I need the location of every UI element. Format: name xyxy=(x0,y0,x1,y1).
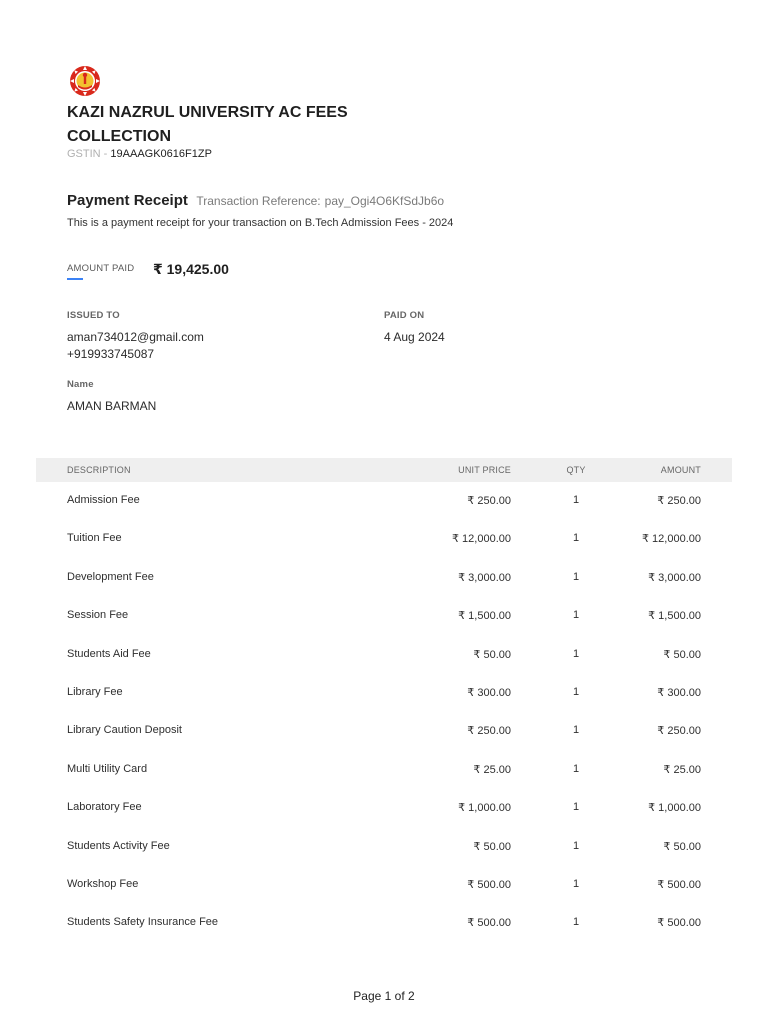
row-description: Session Fee xyxy=(67,609,129,622)
table-row: Session Fee ₹ 1,500.00 1 ₹ 1,500.00 xyxy=(36,597,732,635)
row-unit-price: ₹ 250.00 xyxy=(467,725,511,738)
gstin-label: GSTIN - xyxy=(67,148,108,160)
table-row: Multi Utility Card ₹ 25.00 1 ₹ 25.00 xyxy=(36,751,732,789)
row-description: Tuition Fee xyxy=(67,532,122,545)
row-qty: 1 xyxy=(572,685,580,698)
row-unit-price: ₹ 50.00 xyxy=(473,648,511,661)
row-amount: ₹ 1,500.00 xyxy=(648,610,701,623)
row-unit-price: ₹ 3,000.00 xyxy=(458,571,511,584)
table-header: DESCRIPTION UNIT PRICE QTY AMOUNT xyxy=(36,458,732,482)
receipt-title: Payment Receipt xyxy=(67,192,188,209)
row-description: Library Fee xyxy=(67,685,123,698)
issued-to-block: ISSUED TO aman734012@gmail.com +91993374… xyxy=(67,310,204,363)
row-unit-price: ₹ 1,500.00 xyxy=(458,610,511,623)
table-row: Tuition Fee ₹ 12,000.00 1 ₹ 12,000.00 xyxy=(36,520,732,558)
row-unit-price: ₹ 1,000.00 xyxy=(458,802,511,815)
row-amount: ₹ 25.00 xyxy=(663,763,701,776)
row-amount: ₹ 50.00 xyxy=(663,840,701,853)
row-amount: ₹ 250.00 xyxy=(657,725,701,738)
header-description: DESCRIPTION xyxy=(67,465,131,475)
row-unit-price: ₹ 500.00 xyxy=(467,878,511,891)
transaction-reference-value: pay_Ogi4O6KfSdJb6o xyxy=(324,194,445,208)
row-qty: 1 xyxy=(572,801,580,814)
receipt-header: Payment Receipt Transaction Reference: pa… xyxy=(67,192,444,210)
table-row: Development Fee ₹ 3,000.00 1 ₹ 3,000.00 xyxy=(36,559,732,597)
amount-paid-underline xyxy=(67,278,83,280)
name-value: AMAN BARMAN xyxy=(67,399,157,413)
page-number: Page 1 of 2 xyxy=(353,989,415,1003)
row-description: Multi Utility Card xyxy=(67,762,148,775)
row-amount: ₹ 250.00 xyxy=(657,495,701,507)
row-unit-price: ₹ 500.00 xyxy=(467,917,511,930)
row-qty: 1 xyxy=(572,570,580,583)
row-amount: ₹ 300.00 xyxy=(657,686,701,699)
row-description: Laboratory Fee xyxy=(67,801,142,814)
row-qty: 1 xyxy=(572,916,580,929)
gstin: GSTIN - 19AAAGK0616F1ZP xyxy=(67,148,212,160)
row-description: Library Caution Deposit xyxy=(67,724,182,737)
row-qty: 1 xyxy=(572,609,580,622)
transaction-reference: Transaction Reference: pay_Ogi4O6KfSdJb6o xyxy=(196,194,444,208)
amount-paid-label: AMOUNT PAID xyxy=(67,263,135,274)
amount-paid-value: ₹ 19,425.00 xyxy=(153,261,229,277)
name-label: Name xyxy=(67,379,94,390)
university-emblem-icon xyxy=(66,64,104,100)
row-description: Students Safety Insurance Fee xyxy=(67,916,219,929)
row-amount: ₹ 500.00 xyxy=(657,917,701,930)
receipt-description: This is a payment receipt for your trans… xyxy=(67,217,454,229)
row-qty: 1 xyxy=(572,647,580,660)
table-body: Admission Fee ₹ 250.00 1 ₹ 250.00 Tuition Fe… xyxy=(36,482,732,943)
header-amount: AMOUNT xyxy=(660,465,701,475)
row-qty: 1 xyxy=(572,762,580,775)
table-row: Laboratory Fee ₹ 1,000.00 1 ₹ 1,000.00 xyxy=(36,789,732,827)
row-description: Development Fee xyxy=(67,570,154,583)
row-description: Students Activity Fee xyxy=(67,839,170,852)
issued-to-label: ISSUED TO xyxy=(67,310,120,321)
paid-on-label: PAID ON xyxy=(384,310,425,321)
paid-on-date: 4 Aug 2024 xyxy=(384,330,445,344)
row-amount: ₹ 12,000.00 xyxy=(642,533,701,546)
row-qty: 1 xyxy=(572,494,580,506)
table-row: Students Activity Fee ₹ 50.00 1 ₹ 50.00 xyxy=(36,828,732,866)
row-unit-price: ₹ 50.00 xyxy=(473,840,511,853)
organization-name: KAZI NAZRUL UNIVERSITY AC FEES COLLECTIO… xyxy=(67,104,348,145)
issued-to-phone: +919933745087 xyxy=(67,347,155,361)
fees-table: DESCRIPTION UNIT PRICE QTY AMOUNT Admiss… xyxy=(36,458,732,943)
row-description: Students Aid Fee xyxy=(67,647,151,660)
name-block: Name AMAN BARMAN xyxy=(67,379,156,415)
row-qty: 1 xyxy=(572,877,580,890)
row-unit-price: ₹ 25.00 xyxy=(473,763,511,776)
row-unit-price: ₹ 12,000.00 xyxy=(452,533,511,546)
table-row: Admission Fee ₹ 250.00 1 ₹ 250.00 xyxy=(36,482,732,520)
row-amount: ₹ 3,000.00 xyxy=(648,571,701,584)
table-row: Library Fee ₹ 300.00 1 ₹ 300.00 xyxy=(36,674,732,712)
header-unit-price: UNIT PRICE xyxy=(458,465,511,475)
table-row: Students Safety Insurance Fee ₹ 500.00 1 ₹ … xyxy=(36,904,732,942)
table-row: Workshop Fee ₹ 500.00 1 ₹ 500.00 xyxy=(36,866,732,904)
header-qty: QTY xyxy=(566,465,586,475)
row-unit-price: ₹ 250.00 xyxy=(467,495,511,507)
gstin-value: 19AAAGK0616F1ZP xyxy=(110,148,212,160)
row-amount: ₹ 500.00 xyxy=(657,878,701,891)
row-description: Workshop Fee xyxy=(67,877,139,890)
issued-to-email: aman734012@gmail.com xyxy=(67,330,204,344)
paid-on-block: PAID ON 4 Aug 2024 xyxy=(384,310,445,346)
table-row: Library Caution Deposit ₹ 250.00 1 ₹ 250.00 xyxy=(36,712,732,750)
row-amount: ₹ 1,000.00 xyxy=(648,802,701,815)
row-qty: 1 xyxy=(572,724,580,737)
row-amount: ₹ 50.00 xyxy=(663,648,701,661)
row-unit-price: ₹ 300.00 xyxy=(467,686,511,699)
row-description: Admission Fee xyxy=(67,494,140,506)
row-qty: 1 xyxy=(572,532,580,545)
transaction-reference-label: Transaction Reference: xyxy=(196,194,321,208)
table-row: Students Aid Fee ₹ 50.00 1 ₹ 50.00 xyxy=(36,636,732,674)
row-qty: 1 xyxy=(572,839,580,852)
